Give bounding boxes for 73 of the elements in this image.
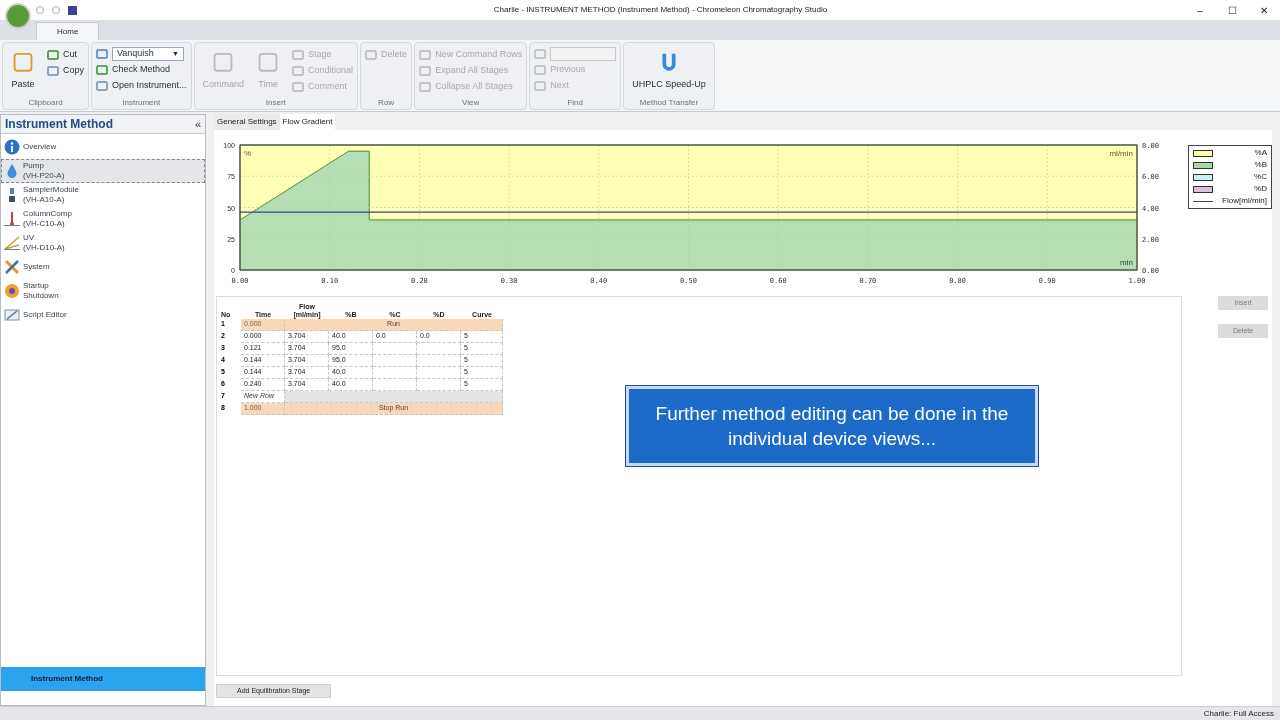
sidebar-title: Instrument Method — [5, 116, 113, 133]
toolbar-icon — [47, 48, 59, 61]
sidebar-item[interactable]: Pump (VH-P20-A) — [1, 159, 205, 183]
toolbar-icon — [96, 48, 108, 60]
thermometer-icon — [4, 211, 20, 227]
toolbar-icon — [96, 79, 108, 92]
group-label: Insert — [264, 97, 287, 109]
ribbon-button[interactable]: Copy — [47, 63, 84, 78]
app-logo[interactable] — [5, 3, 31, 29]
legend-label: %D — [1253, 183, 1267, 195]
legend-label: %B — [1253, 159, 1267, 171]
script-icon — [4, 307, 20, 323]
table-cell — [417, 355, 461, 367]
table-cell — [373, 367, 417, 379]
table-cell — [417, 367, 461, 379]
save-icon[interactable] — [68, 5, 77, 15]
info-icon — [4, 139, 20, 155]
table-cell — [417, 379, 461, 391]
toolbar-icon — [292, 80, 305, 93]
sidebar-item[interactable]: Script Editor — [1, 303, 205, 327]
ribbon-button[interactable]: UHPLC Speed-Up — [628, 51, 710, 91]
window-title: Charlie - INSTRUMENT METHOD (Instrument Method) - Chromeleon Chromatography Studio — [493, 4, 828, 16]
toolbar-icon — [534, 79, 547, 92]
group-label: Find — [566, 97, 584, 109]
navigation-bar[interactable]: Instrument Method — [1, 667, 205, 691]
legend-label: %A — [1253, 147, 1267, 159]
window-control[interactable]: – — [1184, 0, 1216, 20]
toolbar-icon — [292, 48, 305, 61]
view-tab[interactable]: General Settings — [214, 114, 280, 130]
collapse-button[interactable]: « — [194, 115, 201, 133]
group-label: View — [461, 97, 481, 109]
ribbon-button[interactable]: Open Instrument... — [96, 78, 187, 93]
sidebar-item[interactable]: Overview — [1, 135, 205, 159]
toolbar-icon — [534, 48, 547, 60]
legend-label: %C — [1253, 171, 1267, 183]
toolbar-icon — [534, 63, 547, 76]
sidebar-item[interactable]: ColumnComp (VH-C10-A) — [1, 207, 205, 231]
large-tool-icon — [11, 51, 35, 74]
ribbon-button[interactable]: Paste — [7, 51, 39, 91]
sidebar-item[interactable]: UV (VH-D10-A) — [1, 231, 205, 255]
toolbar-icon — [419, 64, 432, 77]
callout-text: Further method editing can be done in the individual device views... — [654, 402, 1010, 451]
sidebar-item[interactable]: Startup Shutdown — [1, 279, 205, 303]
group-label: Clipboard — [27, 97, 64, 109]
axis-unit: ml/min — [1109, 149, 1133, 158]
ribbon-tab[interactable]: Home — [36, 22, 100, 40]
toolbar-icon — [96, 63, 108, 76]
axis-unit: min — [1120, 258, 1133, 267]
view-tab[interactable]: Flow Gradient — [279, 114, 336, 130]
sidebar-item[interactable]: SamplerModule (VH-A10-A) — [1, 183, 205, 207]
startup-icon — [4, 283, 20, 299]
ribbon-button[interactable]: Cut — [47, 47, 84, 62]
toolbar-icon — [419, 48, 432, 61]
sidebar-item[interactable]: System — [1, 255, 205, 279]
group-label: Instrument — [121, 97, 162, 109]
ribbon-button[interactable]: Check Method — [96, 62, 187, 77]
table-cell — [417, 343, 461, 355]
group-label: Method Transfer — [638, 97, 700, 109]
status-text: Charlie: Full Access — [1203, 707, 1274, 720]
toolbar-icon — [365, 48, 378, 61]
toolbar-icon — [419, 80, 432, 93]
window-control[interactable]: ☐ — [1216, 0, 1248, 20]
toolbar-icon — [292, 64, 305, 77]
group-label: Row — [377, 97, 396, 109]
table-cell — [373, 343, 417, 355]
axis-unit: % — [244, 149, 252, 158]
legend-label: Flow[ml/min] — [1221, 195, 1267, 207]
table-cell — [373, 355, 417, 367]
wave-icon — [4, 235, 20, 251]
tools-icon — [4, 259, 20, 275]
window-control[interactable]: ✕ — [1248, 0, 1280, 20]
toolbar-icon — [47, 64, 59, 77]
table-cell — [373, 379, 417, 391]
